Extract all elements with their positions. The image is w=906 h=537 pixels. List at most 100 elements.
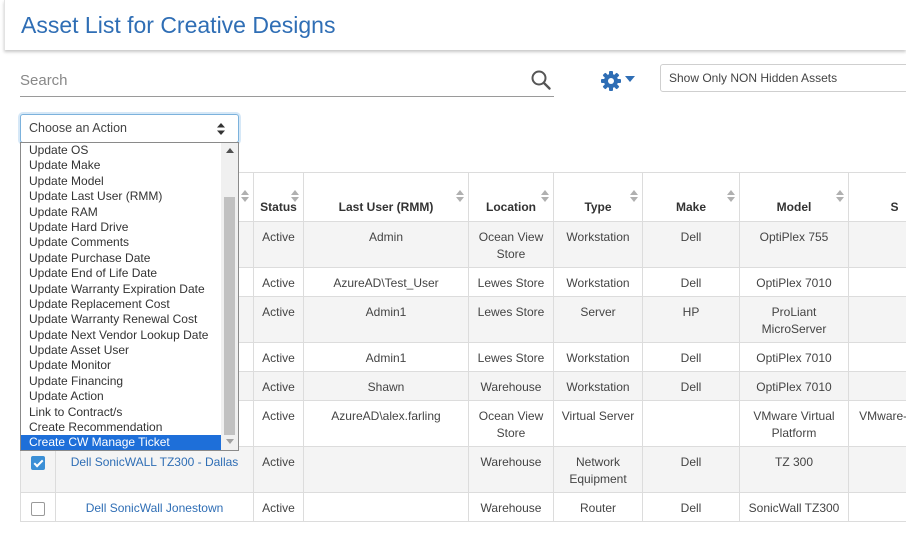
column-header[interactable]: Location [468, 172, 554, 222]
search-input[interactable] [20, 68, 510, 92]
hidden-assets-filter[interactable]: Show Only NON Hidden Assets [660, 64, 906, 92]
column-header[interactable]: Last User (RMM) [303, 172, 469, 222]
location-cell: Warehouse [468, 492, 554, 522]
column-header[interactable]: Type [553, 172, 643, 222]
status-cell: Active [253, 371, 304, 401]
sort-icon[interactable] [541, 190, 549, 202]
status-cell: Active [253, 296, 304, 343]
action-option[interactable]: Update Action [21, 389, 222, 404]
action-option[interactable]: Update Replacement Cost [21, 297, 222, 312]
location-cell: Warehouse [468, 371, 554, 401]
action-option[interactable]: Update Financing [21, 374, 222, 389]
action-option[interactable]: Update Warranty Renewal Cost [21, 312, 222, 327]
action-option[interactable]: Update RAM [21, 205, 222, 220]
type-cell: Workstation [553, 371, 643, 401]
column-header-label: Model [776, 200, 812, 214]
last-user-cell: Admin1 [303, 342, 469, 372]
sort-icon[interactable] [836, 190, 844, 202]
action-select[interactable]: Choose an Action [20, 114, 239, 143]
action-option[interactable]: Update Asset User [21, 343, 222, 358]
make-cell: Dell [642, 446, 740, 493]
status-cell: Active [253, 400, 304, 447]
sort-arrows-icon [217, 123, 225, 135]
gear-icon [601, 71, 635, 91]
asset-name[interactable]: Dell SonicWall Jonestown [55, 492, 254, 522]
status-cell: Active [253, 492, 304, 522]
make-cell: Dell [642, 221, 740, 268]
last-user-cell: Admin [303, 221, 469, 268]
location-cell: Lewes Store [468, 296, 554, 343]
last-user-cell: Admin1 [303, 296, 469, 343]
model-cell: SonicWall TZ300 [739, 492, 849, 522]
model-cell: OptiPlex 755 [739, 221, 849, 268]
row-checkbox[interactable] [31, 455, 45, 470]
action-option[interactable]: Update Comments [21, 235, 222, 250]
row-select-cell [20, 446, 56, 493]
status-cell: Active [253, 446, 304, 493]
action-option[interactable]: Update Last User (RMM) [21, 189, 222, 204]
action-option[interactable]: Create CW Manage Ticket [21, 435, 222, 450]
serial-cell [848, 267, 906, 297]
type-cell: Virtual Server [553, 400, 643, 447]
table-row[interactable]: Dell SonicWall Jonestown Active Warehouse R… [20, 492, 906, 522]
make-cell: Dell [642, 371, 740, 401]
action-option[interactable]: Update End of Life Date [21, 266, 222, 281]
last-user-cell [303, 446, 469, 493]
status-cell: Active [253, 221, 304, 268]
search-bar [20, 64, 554, 97]
table-row[interactable]: Dell SonicWALL TZ300 - Dallas Active Wareh… [20, 446, 906, 493]
scrollbar-thumb[interactable] [224, 197, 235, 435]
model-cell: OptiPlex 7010 [739, 267, 849, 297]
search-icon[interactable] [530, 69, 552, 91]
row-select-cell [20, 492, 56, 522]
column-header-label: Last User (RMM) [338, 200, 434, 214]
location-cell: Warehouse [468, 446, 554, 493]
dropdown-scrollbar[interactable] [221, 143, 238, 450]
action-option[interactable]: Update Make [21, 158, 222, 173]
sort-icon[interactable] [291, 190, 299, 202]
action-option[interactable]: Update Hard Drive [21, 220, 222, 235]
serial-cell [848, 371, 906, 401]
action-option[interactable]: Update Purchase Date [21, 251, 222, 266]
scroll-down-icon[interactable] [226, 439, 234, 444]
serial-cell [848, 342, 906, 372]
action-option[interactable]: Update OS [21, 143, 222, 158]
last-user-cell: Shawn [303, 371, 469, 401]
scroll-up-icon[interactable] [226, 148, 234, 153]
sort-icon[interactable] [241, 190, 249, 202]
page-title: Asset List for Creative Designs [21, 12, 336, 38]
sort-icon[interactable] [630, 190, 638, 202]
model-cell: TZ 300 [739, 446, 849, 493]
last-user-cell: AzureAD\alex.farling [303, 400, 469, 447]
action-option[interactable]: Update Model [21, 174, 222, 189]
type-cell: Workstation [553, 342, 643, 372]
row-checkbox[interactable] [31, 501, 45, 516]
column-header[interactable]: Status [253, 172, 304, 222]
sort-icon[interactable] [727, 190, 735, 202]
sort-icon[interactable] [456, 190, 464, 202]
column-header[interactable]: Make [642, 172, 740, 222]
column-header[interactable]: Model [739, 172, 849, 222]
action-option[interactable]: Create Recommendation [21, 420, 222, 435]
serial-cell [848, 492, 906, 522]
page-header: Asset List for Creative Designs [4, 0, 906, 50]
model-cell: OptiPlex 7010 [739, 371, 849, 401]
action-option[interactable]: Update Next Vendor Lookup Date [21, 328, 222, 343]
type-cell: Server [553, 296, 643, 343]
action-option[interactable]: Update Warranty Expiration Date [21, 282, 222, 297]
action-option[interactable]: Link to Contract/s [21, 405, 222, 420]
caret-down-icon [625, 76, 635, 82]
asset-name[interactable]: Dell SonicWALL TZ300 - Dallas [55, 446, 254, 493]
status-cell: Active [253, 342, 304, 372]
settings-menu-button[interactable] [600, 68, 638, 92]
model-cell: OptiPlex 7010 [739, 342, 849, 372]
model-cell: ProLiant MicroServer [739, 296, 849, 343]
column-header[interactable]: S [848, 172, 906, 222]
column-header-label: Make [675, 200, 707, 214]
action-option[interactable]: Update Monitor [21, 358, 222, 373]
column-header-label: Status [260, 200, 297, 214]
serial-cell [848, 221, 906, 268]
last-user-cell: AzureAD\Test_User [303, 267, 469, 297]
column-header-label: Location [486, 200, 536, 214]
asset-list-page: Asset List for Creative Designs Show O [0, 0, 906, 537]
